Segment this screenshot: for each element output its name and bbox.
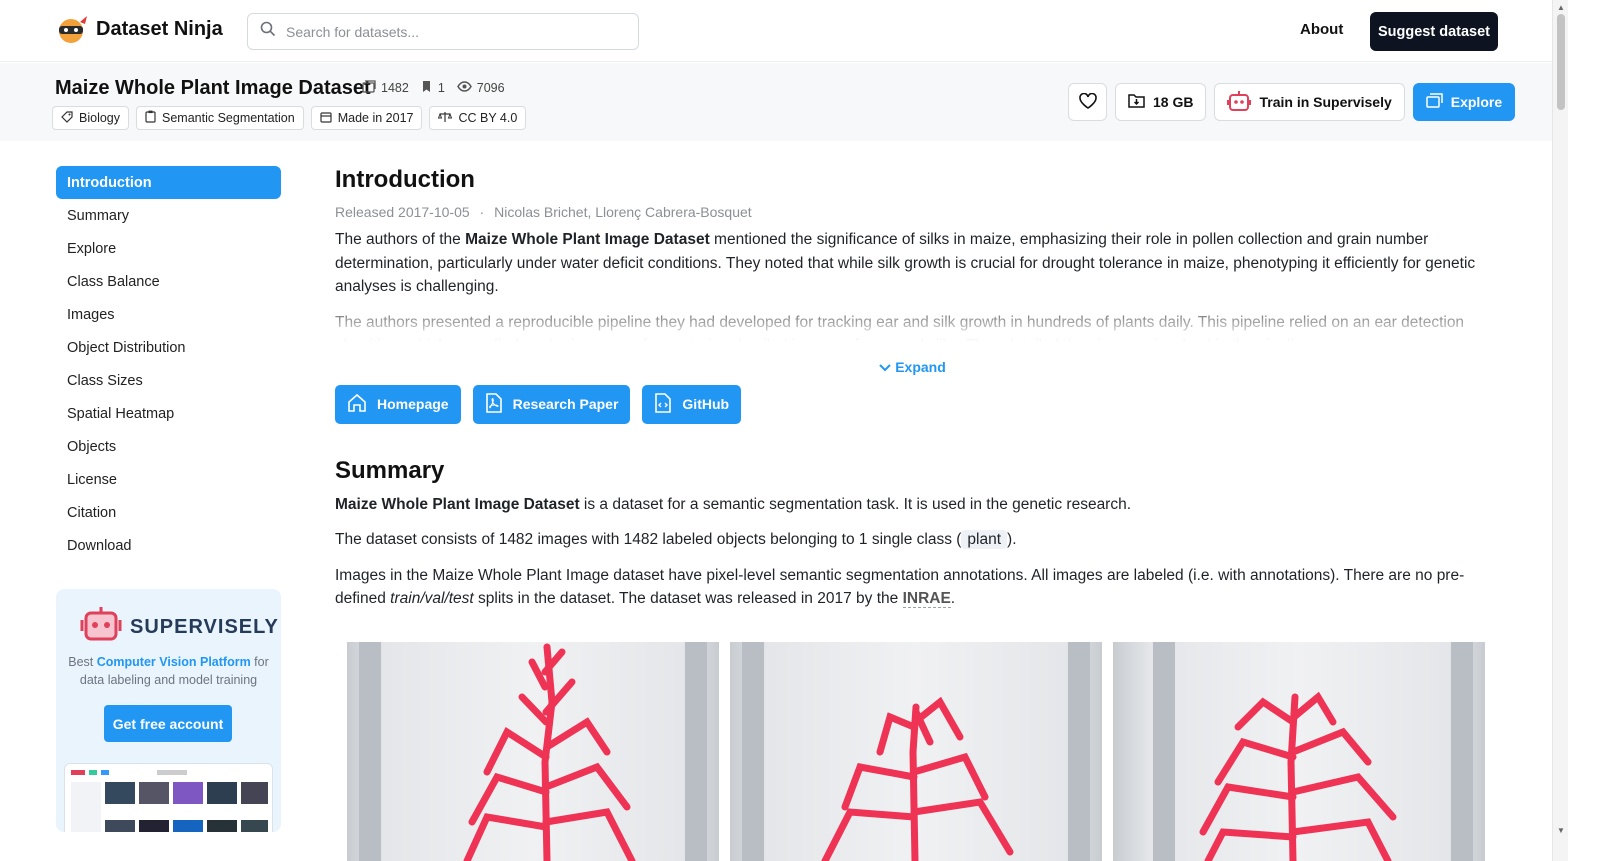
homepage-button[interactable]: Homepage [335,384,461,424]
tag-biology[interactable]: Biology [52,106,129,130]
classes-stat: 1 [421,80,445,96]
dataset-title: Maize Whole Plant Image Dataset [55,77,371,99]
inrae-link[interactable]: INRAE [902,590,951,608]
tag-icon [61,110,73,126]
tag-license[interactable]: CC BY 4.0 [429,106,527,130]
summary-paragraph-1: Maize Whole Plant Image Dataset is a dat… [335,495,1132,513]
tag-task[interactable]: Semantic Segmentation [136,106,304,130]
tag-year[interactable]: Made in 2017 [310,106,423,130]
sidebar-item-license[interactable]: License [56,463,281,496]
page-scrollbar[interactable]: ▲ ▼ [1552,0,1568,861]
sidebar-item-introduction[interactable]: Introduction [56,166,281,199]
sidebar-nav: Introduction Summary Explore Class Balan… [56,166,281,562]
search-icon [260,21,276,42]
robot-icon [1227,90,1252,115]
sample-image[interactable] [347,642,719,861]
promo-text: Best Computer Vision Platform for data l… [68,655,269,687]
sample-image[interactable] [730,642,1102,861]
sidebar-item-download[interactable]: Download [56,529,281,562]
resource-links: Homepage Research Paper GitHub [335,384,1490,424]
sidebar-item-class-balance[interactable]: Class Balance [56,265,281,298]
sidebar-item-object-distribution[interactable]: Object Distribution [56,331,281,364]
introduction-heading: Introduction [335,166,475,193]
sidebar-item-citation[interactable]: Citation [56,496,281,529]
intro-paragraph-2: The authors presented a reproducible pip… [335,310,1490,347]
release-meta: Released 2017-10-05 · Nicolas Brichet, L… [335,204,1490,220]
summary-paragraph-2: The dataset consists of 1482 images with… [335,530,1017,549]
explore-button[interactable]: Explore [1412,83,1516,121]
logo-text: Dataset Ninja [96,17,223,40]
logo[interactable]: Dataset Ninja [56,14,223,44]
platform-screenshot [64,763,273,832]
authors: Nicolas Brichet, Llorenç Cabrera-Bosquet [494,204,752,220]
supervisely-robot-icon [80,607,122,648]
scroll-down-arrow-icon[interactable]: ▼ [1557,826,1565,835]
expand-button[interactable]: Expand [335,359,1490,375]
heart-icon [1078,92,1097,112]
summary-paragraph-3: Images in the Maize Whole Plant Image da… [335,566,1465,608]
scrollbar-thumb[interactable] [1557,14,1565,110]
get-free-account-button[interactable]: Get free account [104,705,232,742]
download-folder-icon [1128,93,1145,111]
calendar-icon [320,111,332,126]
top-navbar: Dataset Ninja About Suggest dataset [0,0,1552,62]
chevron-down-icon [879,359,891,375]
release-date: Released 2017-10-05 [335,204,470,220]
sidebar-item-images[interactable]: Images [56,298,281,331]
sample-images [347,642,1485,861]
sidebar-item-summary[interactable]: Summary [56,199,281,232]
explore-icon [1426,93,1443,111]
intro-paragraph-1: The authors of the Maize Whole Plant Ima… [335,231,1476,295]
summary-heading: Summary [335,456,445,484]
classes-icon [421,80,433,96]
pdf-file-icon [485,392,503,416]
views-stat: 7096 [456,81,505,95]
dataset-actions: 18 GB Train in Supervisely Explore [1068,83,1516,121]
suggest-dataset-button[interactable]: Suggest dataset [1370,12,1498,51]
dataset-stats: 1482 1 7096 [362,80,505,96]
main-content: Introduction Released 2017-10-05 · Nicol… [335,166,1490,611]
search-box[interactable] [247,13,639,50]
images-icon [362,80,376,96]
dataset-tags: Biology Semantic Segmentation Made in 20… [52,106,527,130]
class-chip[interactable]: plant [961,530,1008,549]
supervisely-brand: SUPERVISELY [80,607,279,648]
sidebar-item-objects[interactable]: Objects [56,430,281,463]
home-icon [347,393,367,416]
promo-link[interactable]: Computer Vision Platform [97,655,251,669]
sidebar-item-explore[interactable]: Explore [56,232,281,265]
favorite-button[interactable] [1068,83,1107,121]
images-stat: 1482 [362,80,409,96]
supervisely-promo-card: SUPERVISELY Best Computer Vision Platfor… [56,589,281,832]
download-size-button[interactable]: 18 GB [1115,83,1207,121]
sidebar-item-class-sizes[interactable]: Class Sizes [56,364,281,397]
ninja-logo-icon [56,14,88,44]
github-button[interactable]: GitHub [642,384,742,424]
sidebar-item-spatial-heatmap[interactable]: Spatial Heatmap [56,397,281,430]
scroll-up-arrow-icon[interactable]: ▲ [1557,3,1565,12]
code-file-icon [654,392,672,416]
sample-image[interactable] [1113,642,1485,861]
search-input[interactable] [286,23,616,40]
clipboard-icon [145,110,156,126]
nav-about-link[interactable]: About [1300,21,1343,38]
train-in-supervisely-button[interactable]: Train in Supervisely [1214,83,1405,121]
eye-icon [456,81,472,95]
research-paper-button[interactable]: Research Paper [472,384,631,424]
scale-icon [438,111,453,126]
meta-separator: · [479,204,485,220]
